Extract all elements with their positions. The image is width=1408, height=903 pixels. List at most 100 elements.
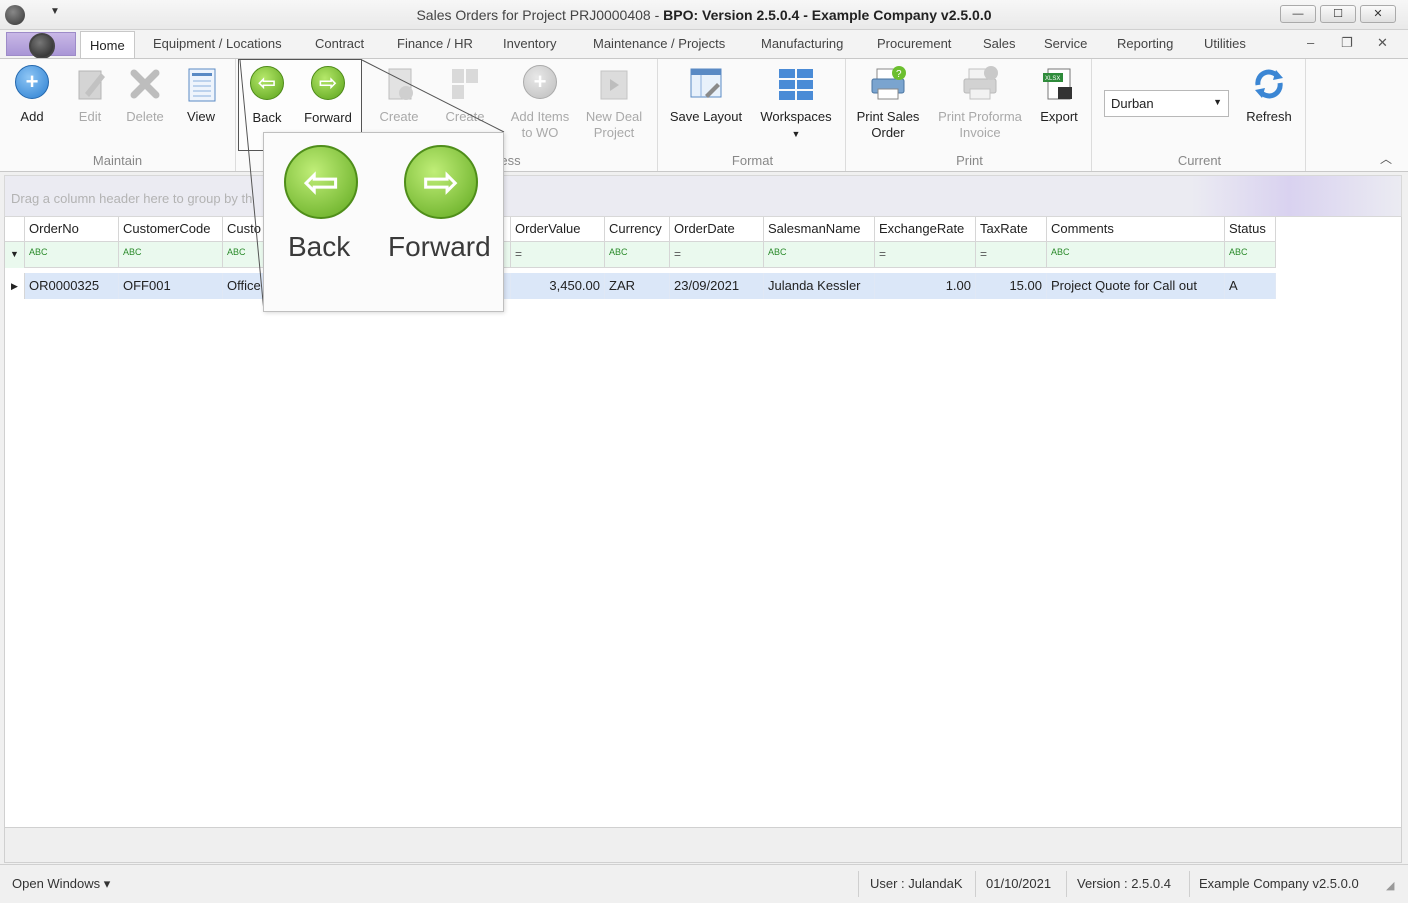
row-focus-indicator-icon[interactable]: ▶ (5, 273, 25, 299)
tab-contract[interactable]: Contract (315, 36, 364, 51)
group-by-panel[interactable]: Drag a column header here to group by th (4, 175, 1402, 217)
back-arrow-large-icon: ⇦ (284, 145, 358, 219)
window-title: Sales Orders for Project PRJ0000408 - BP… (416, 7, 992, 23)
view-document-icon (182, 65, 220, 103)
filter-customercode[interactable]: ABC (119, 242, 223, 268)
filter-salesmanname[interactable]: ABC (764, 242, 875, 268)
table-cell-ordervalue[interactable]: 3,450.00 (511, 273, 605, 299)
minimize-button[interactable]: — (1280, 5, 1316, 23)
tab-manufacturing[interactable]: Manufacturing (761, 36, 843, 51)
sales-orders-grid: OrderNo CustomerCode Custo OrderValue Cu… (4, 217, 1402, 827)
forward-button[interactable]: ⇨ Forward (299, 64, 357, 126)
table-cell-taxrate[interactable]: 15.00 (976, 273, 1047, 299)
collapse-ribbon-icon[interactable]: ︿ (1380, 150, 1392, 167)
print-sales-order-button[interactable]: ? Print Sales Order (852, 63, 924, 141)
delete-icon (126, 65, 164, 103)
table-cell-orderdate[interactable]: 23/09/2021 (670, 273, 764, 299)
filter-status[interactable]: ABC (1225, 242, 1276, 268)
filter-orderdate[interactable]: = (670, 242, 764, 268)
add-button[interactable]: + Add (10, 63, 54, 125)
column-header-customercode[interactable]: CustomerCode (119, 217, 223, 242)
tab-inventory[interactable]: Inventory (503, 36, 556, 51)
workspaces-dropdown-icon: ▼ (791, 129, 801, 139)
tab-home[interactable]: Home (80, 31, 135, 59)
workspaces-button[interactable]: Workspaces ▼ (756, 63, 836, 142)
delete-button[interactable]: Delete (120, 63, 170, 125)
column-header-taxrate[interactable]: TaxRate (976, 217, 1047, 242)
create-button-1[interactable]: Create (374, 63, 424, 125)
delete-label: Delete (126, 109, 164, 124)
filter-orderno[interactable]: ABC (25, 242, 119, 268)
row-indicator-header (5, 217, 25, 242)
status-company: Example Company v2.5.0.0 (1199, 876, 1359, 891)
back-button[interactable]: ⇦ Back (245, 64, 289, 126)
add-items-label-2: to WO (521, 125, 559, 140)
mdi-close-icon[interactable]: ✕ (1377, 35, 1388, 51)
table-cell-status[interactable]: A (1225, 273, 1276, 299)
grid-footer (4, 827, 1402, 863)
print-proforma-invoice-button[interactable]: Print Proforma Invoice (932, 63, 1028, 141)
filter-currency[interactable]: ABC (605, 242, 670, 268)
refresh-label: Refresh (1246, 109, 1292, 124)
resize-grip-icon[interactable]: ◢ (1386, 879, 1394, 892)
group-label-format: Format (731, 153, 774, 168)
status-bar: Open Windows ▾ User : JulandaK 01/10/202… (0, 864, 1408, 903)
edit-label: Edit (78, 109, 102, 124)
add-items-label: Add Items (510, 109, 570, 124)
create-button-2[interactable]: Create (440, 63, 490, 125)
close-button[interactable]: ✕ (1360, 5, 1396, 23)
export-button[interactable]: XLSX Export (1034, 63, 1084, 125)
group-maintain: + Add Edit Delete View Maintain (0, 59, 236, 171)
tab-procurement[interactable]: Procurement (877, 36, 951, 51)
tab-finance-hr[interactable]: Finance / HR (397, 36, 473, 51)
table-cell-exchangerate[interactable]: 1.00 (875, 273, 976, 299)
maximize-button[interactable]: ☐ (1320, 5, 1356, 23)
tab-equipment-locations[interactable]: Equipment / Locations (153, 36, 282, 51)
tab-utilities[interactable]: Utilities (1204, 36, 1246, 51)
filter-ordervalue[interactable]: = (511, 242, 605, 268)
table-cell-currency[interactable]: ZAR (605, 273, 670, 299)
column-header-exchangerate[interactable]: ExchangeRate (875, 217, 976, 242)
table-cell-comments[interactable]: Project Quote for Call out (1047, 273, 1225, 299)
table-cell-salesmanname[interactable]: Julanda Kessler (764, 273, 875, 299)
table-cell-customercode[interactable]: OFF001 (119, 273, 223, 299)
refresh-button[interactable]: Refresh (1240, 63, 1298, 125)
create-label-1: Create (379, 109, 419, 124)
mdi-minimize-icon[interactable]: – (1307, 35, 1314, 50)
column-header-salesmanname[interactable]: SalesmanName (764, 217, 875, 242)
site-select[interactable]: Durban ▼ (1104, 90, 1229, 117)
column-header-orderno[interactable]: OrderNo (25, 217, 119, 242)
svg-text:?: ? (896, 69, 902, 80)
table-cell-orderno[interactable]: OR0000325 (25, 273, 119, 299)
save-layout-button[interactable]: Save Layout (666, 63, 746, 125)
column-header-comments[interactable]: Comments (1047, 217, 1225, 242)
application-menu-button[interactable] (6, 32, 76, 59)
save-layout-icon (687, 65, 725, 103)
column-header-ordervalue[interactable]: OrderValue (511, 217, 605, 242)
filter-comments[interactable]: ABC (1047, 242, 1225, 268)
new-deal-project-button[interactable]: New Deal Project (584, 63, 644, 141)
add-items-to-wo-button[interactable]: + Add Items to WO (508, 63, 572, 141)
open-windows-dropdown[interactable]: Open Windows ▾ (12, 876, 110, 892)
mdi-restore-icon[interactable]: ❐ (1341, 35, 1353, 51)
ribbon-tabs: Home Equipment / Locations Contract Fina… (0, 30, 1408, 59)
tab-service[interactable]: Service (1044, 36, 1087, 51)
export-label: Export (1040, 109, 1078, 124)
column-header-orderdate[interactable]: OrderDate (670, 217, 764, 242)
view-button[interactable]: View (180, 63, 222, 125)
tab-reporting[interactable]: Reporting (1117, 36, 1173, 51)
group-label-current: Current (1177, 153, 1222, 168)
tab-maintenance-projects[interactable]: Maintenance / Projects (593, 36, 725, 51)
print-sales-label: Print Sales (856, 109, 920, 124)
bpo-logo-icon (29, 33, 55, 59)
view-label: View (187, 109, 215, 124)
edit-icon (71, 65, 109, 103)
tab-sales[interactable]: Sales (983, 36, 1016, 51)
edit-button[interactable]: Edit (68, 63, 112, 125)
zoom-callout: ⇦ ⇨ Back Forward (263, 132, 504, 312)
filter-exchangerate[interactable]: = (875, 242, 976, 268)
filter-taxrate[interactable]: = (976, 242, 1047, 268)
column-header-currency[interactable]: Currency (605, 217, 670, 242)
back-label: Back (252, 110, 282, 125)
column-header-status[interactable]: Status (1225, 217, 1276, 242)
